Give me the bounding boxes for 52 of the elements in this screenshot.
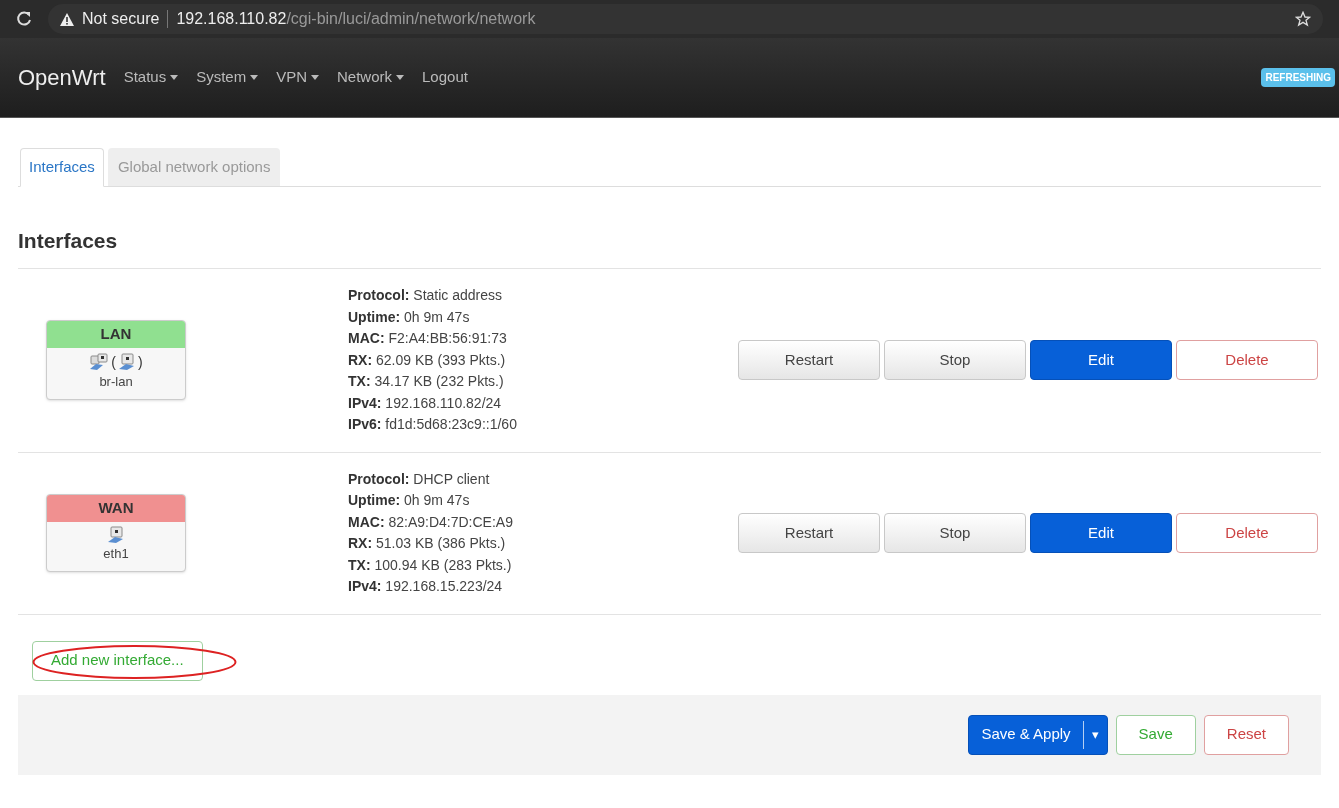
- action-button[interactable]: Edit: [1030, 340, 1172, 381]
- action-button[interactable]: Delete: [1176, 513, 1318, 553]
- warning-icon: [60, 12, 74, 26]
- interface-detail: Protocol: DHCP client: [348, 469, 491, 489]
- address-bar[interactable]: Not secure 192.168.110.82/cgi-bin/luci/admin/network/network: [48, 4, 1323, 34]
- interface-detail: TX: 34.17 KB (232 Pkts.): [348, 372, 505, 391]
- reload-icon[interactable]: [16, 11, 32, 27]
- action-button[interactable]: Stop: [884, 513, 1026, 553]
- nav-menu-item[interactable]: System: [196, 66, 259, 89]
- interface-detail: IPv4: 192.168.110.82/24: [348, 393, 503, 413]
- section-heading: Interfaces: [18, 224, 1321, 269]
- caret-icon: [170, 75, 179, 80]
- nav-menu-item[interactable]: Network: [337, 66, 405, 89]
- action-button[interactable]: Restart: [738, 340, 880, 381]
- action-button[interactable]: Edit: [1030, 513, 1172, 553]
- network-port-icon: [118, 352, 136, 371]
- tab[interactable]: Interfaces: [20, 148, 104, 187]
- url-text: 192.168.110.82/cgi-bin/luci/admin/network/network: [176, 9, 536, 29]
- interface-detail: RX: 62.09 KB (393 Pkts.): [348, 350, 507, 370]
- caret-icon: [250, 75, 259, 80]
- interface-detail: TX: 100.94 KB (283 Pkts.): [348, 555, 513, 575]
- action-button[interactable]: Stop: [884, 340, 1026, 381]
- interface-detail: Uptime: 0h 9m 47s: [348, 307, 471, 327]
- interface-detail: Uptime: 0h 9m 47s: [348, 491, 471, 510]
- network-port-icon: [107, 525, 125, 544]
- device-name: br-lan: [98, 372, 134, 391]
- network-bridge-icon: [89, 352, 110, 371]
- interface-detail: MAC: F2:A4:BB:56:91:73: [348, 329, 508, 348]
- nav-menu-item[interactable]: VPN: [276, 66, 319, 89]
- bracket-text: ): [138, 352, 143, 372]
- footer-button[interactable]: Reset: [1203, 714, 1289, 755]
- dropdown-toggle[interactable]: ▾: [1082, 720, 1107, 749]
- interface-detail: IPv4: 192.168.15.223/24: [348, 577, 504, 596]
- security-label: Not secure: [82, 9, 160, 29]
- action-button[interactable]: Delete: [1176, 340, 1318, 381]
- caret-icon: [396, 75, 405, 80]
- interface-name: LAN: [47, 321, 185, 348]
- brand-logo[interactable]: OpenWrt: [18, 61, 106, 94]
- bookmark-star-icon[interactable]: [1295, 11, 1311, 27]
- device-name: eth1: [102, 544, 130, 563]
- interface-detail: IPv6: fd1d:5d68:23c9::1/60: [348, 415, 518, 434]
- save-apply-button[interactable]: Save & Apply ▾: [968, 714, 1108, 755]
- interface-detail: Protocol: Static address: [348, 286, 504, 305]
- nav-menu-item[interactable]: Logout: [422, 66, 468, 89]
- bracket-text: (: [111, 352, 116, 372]
- nav-menu-item[interactable]: Status: [123, 66, 179, 89]
- interface-detail: MAC: 82:A9:D4:7D:CE:A9: [348, 512, 514, 532]
- action-button[interactable]: Restart: [738, 513, 880, 553]
- interface-name: WAN: [47, 495, 185, 522]
- caret-icon: [311, 75, 319, 80]
- status-badge: REFRESHING: [1261, 68, 1335, 87]
- interface-detail: RX: 51.03 KB (386 Pkts.): [348, 534, 507, 553]
